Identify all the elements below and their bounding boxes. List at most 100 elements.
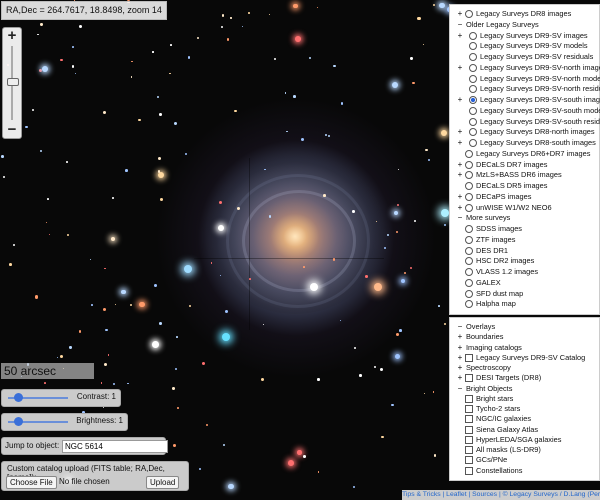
layers-item-unwise-w1-w2-neo6[interactable]: + unWISE W1/W2 NEO6: [450, 203, 598, 213]
radio-button[interactable]: [465, 171, 473, 180]
layers-item-legacy-surveys-dr8-south-images[interactable]: + Legacy Surveys DR8-south images: [450, 138, 598, 148]
overlays-item-desi-targets-dr8[interactable]: + DESI Targets (DR8): [450, 373, 598, 383]
radio-button[interactable]: [469, 96, 477, 104]
expand-icon[interactable]: +: [457, 160, 463, 170]
layers-item-legacy-surveys-dr9-sv-north-images[interactable]: + Legacy Surveys DR9-SV-north images: [450, 63, 600, 73]
layers-item-des-dr1[interactable]: DES DR1: [450, 246, 598, 256]
layers-item-legacy-surveys-dr9-sv-south-models[interactable]: Legacy Surveys DR9-SV-south models: [450, 106, 600, 116]
jump-input[interactable]: [62, 440, 168, 453]
expand-icon[interactable]: +: [457, 373, 463, 383]
contrast-slider[interactable]: [8, 393, 68, 402]
radio-button[interactable]: [469, 74, 477, 83]
layers-item-hsc-dr2-images[interactable]: HSC DR2 images: [450, 256, 598, 266]
zoom-control[interactable]: + −: [2, 27, 22, 139]
expand-icon[interactable]: +: [457, 170, 463, 180]
upload-button[interactable]: Upload: [146, 476, 180, 489]
attribution-bar[interactable]: Tips & Tricks | Leaflet | Sources | © Le…: [402, 490, 600, 500]
expand-icon[interactable]: +: [457, 63, 463, 73]
layers-item-legacy-surveys-dr9-sv-south-residuals[interactable]: Legacy Surveys DR9-SV-south residuals: [450, 117, 600, 127]
sky-map-viewer[interactable]: RA,Dec = 264.7617, 18.8498, zoom 14 + − …: [0, 0, 600, 500]
zoom-slider-handle[interactable]: [7, 78, 19, 86]
layers-item-legacy-surveys-dr9-sv-north-residuals[interactable]: Legacy Surveys DR9-SV-north residuals: [450, 84, 600, 94]
radio-button[interactable]: [465, 160, 473, 169]
zoom-in-button[interactable]: +: [3, 28, 21, 44]
radio-button[interactable]: [469, 139, 477, 147]
overlays-item-hyperleda-sga-galaxies[interactable]: HyperLEDA/SGA galaxies: [450, 435, 598, 445]
radio-button[interactable]: [465, 182, 473, 190]
layers-item-legacy-surveys-dr9-sv-north-models[interactable]: Legacy Surveys DR9-SV-north models: [450, 74, 600, 84]
radio-button[interactable]: [469, 42, 477, 51]
radio-button[interactable]: [465, 149, 473, 158]
radio-button[interactable]: [465, 225, 473, 233]
layers-item-decals-dr5-images[interactable]: DECaLS DR5 images: [450, 181, 598, 191]
overlays-item-bright-stars[interactable]: Bright stars: [450, 394, 598, 404]
expand-icon[interactable]: +: [457, 95, 463, 105]
checkbox[interactable]: [465, 456, 473, 465]
radio-button[interactable]: [469, 128, 477, 137]
choose-file-button[interactable]: Choose File: [6, 476, 57, 489]
radio-button[interactable]: [465, 203, 473, 212]
overlays-item-all-masks-ls-dr9[interactable]: All masks (LS-DR9): [450, 445, 598, 455]
layers-item-halpha-map[interactable]: Halpha map: [450, 299, 598, 309]
radio-button[interactable]: [465, 192, 473, 201]
checkbox[interactable]: [465, 466, 473, 475]
radio-button[interactable]: [465, 235, 473, 244]
radio-button[interactable]: [465, 268, 473, 276]
checkbox[interactable]: [465, 425, 473, 434]
checkbox[interactable]: [465, 446, 473, 455]
overlays-item-siena-galaxy-atlas[interactable]: Siena Galaxy Atlas: [450, 425, 598, 435]
layers-item-legacy-surveys-dr9-sv-images[interactable]: + Legacy Surveys DR9-SV images: [450, 31, 598, 41]
overlays-item-ngc-ic-galaxies[interactable]: NGC/IC galaxies: [450, 414, 598, 424]
overlays-item-gcs-pne[interactable]: GCs/PNe: [450, 455, 598, 465]
layers-item-galex[interactable]: GALEX: [450, 278, 598, 288]
radio-button[interactable]: [465, 10, 473, 18]
layers-item-legacy-surveys-dr6-dr7-images[interactable]: Legacy Surveys DR6+DR7 images: [450, 149, 598, 159]
radio-button[interactable]: [469, 53, 477, 61]
expand-icon[interactable]: +: [457, 332, 463, 342]
collapse-icon[interactable]: −: [457, 20, 463, 30]
checkbox[interactable]: [465, 374, 473, 383]
expand-icon[interactable]: +: [457, 9, 463, 19]
layers-item-legacy-surveys-dr9-sv-residuals[interactable]: Legacy Surveys DR9-SV residuals: [450, 52, 598, 62]
collapse-icon[interactable]: −: [457, 322, 463, 332]
radio-button[interactable]: [465, 278, 473, 287]
expand-icon[interactable]: +: [457, 31, 463, 41]
zoom-out-button[interactable]: −: [3, 122, 21, 138]
radio-button[interactable]: [465, 257, 473, 266]
checkbox[interactable]: [465, 353, 473, 362]
expand-icon[interactable]: +: [457, 353, 463, 363]
overlays-item-bright-objects[interactable]: − Bright Objects: [450, 384, 598, 394]
checkbox[interactable]: [465, 405, 473, 414]
overlays-item-tycho-2-stars[interactable]: Tycho-2 stars: [450, 404, 598, 414]
layers-item-sdss-images[interactable]: SDSS images: [450, 224, 598, 234]
layers-item-ztf-images[interactable]: ZTF images: [450, 235, 598, 245]
overlays-item-boundaries[interactable]: + Boundaries: [450, 332, 598, 342]
collapse-icon[interactable]: −: [457, 213, 463, 223]
layers-item-decaps-images[interactable]: + DECaPS images: [450, 192, 598, 202]
layers-item-more-surveys[interactable]: − More surveys: [450, 213, 598, 223]
layers-item-legacy-surveys-dr8-north-images[interactable]: + Legacy Surveys DR8-north images: [450, 127, 598, 137]
collapse-icon[interactable]: −: [457, 384, 463, 394]
radio-button[interactable]: [465, 246, 473, 255]
overlays-item-spectroscopy[interactable]: + Spectroscopy: [450, 363, 598, 373]
expand-icon[interactable]: +: [457, 192, 463, 202]
overlays-item-overlays[interactable]: − Overlays: [450, 322, 598, 332]
layers-item-vlass-1-2-images[interactable]: VLASS 1.2 images: [450, 267, 598, 277]
brightness-slider[interactable]: [8, 417, 68, 426]
expand-icon[interactable]: +: [457, 363, 463, 373]
layers-item-older-legacy-surveys[interactable]: − Older Legacy Surveys: [450, 20, 598, 30]
radio-button[interactable]: [465, 300, 473, 309]
layers-item-mzls-bass-dr6-images[interactable]: + MzLS+BASS DR6 images: [450, 170, 598, 180]
checkbox[interactable]: [465, 415, 473, 424]
radio-button[interactable]: [469, 117, 477, 126]
radio-button[interactable]: [465, 289, 473, 298]
layers-item-legacy-surveys-dr8-images[interactable]: + Legacy Surveys DR8 images: [450, 9, 598, 19]
radio-button[interactable]: [469, 106, 477, 115]
brightness-slider-handle[interactable]: [14, 417, 23, 426]
layers-item-sfd-dust-map[interactable]: SFD dust map: [450, 289, 598, 299]
layers-item-legacy-surveys-dr9-sv-south-images[interactable]: + Legacy Surveys DR9-SV-south images: [450, 95, 600, 105]
expand-icon[interactable]: +: [457, 138, 463, 148]
expand-icon[interactable]: +: [457, 127, 463, 137]
overlays-item-legacy-surveys-dr9-sv-catalog[interactable]: + Legacy Surveys DR9-SV Catalog: [450, 353, 598, 363]
checkbox[interactable]: [465, 394, 473, 403]
